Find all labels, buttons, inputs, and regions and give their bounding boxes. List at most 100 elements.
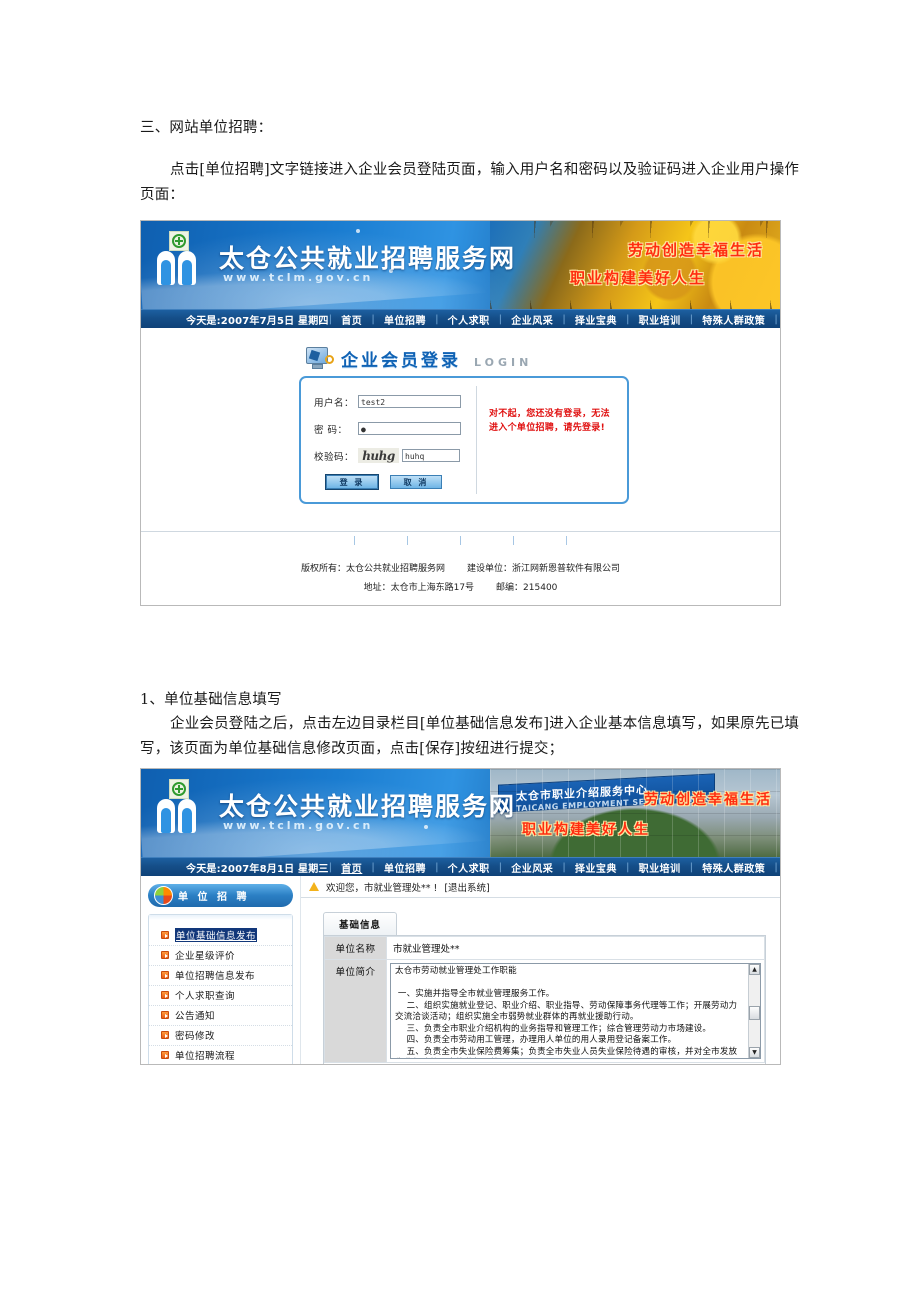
unit-intro-cell: 太仓市劳动就业管理处工作职能 一、实施并指导全市就业管理服务工作。 二、组织实施… [386,959,765,1063]
footer-link-copyright[interactable]: 版权声明 [515,534,565,547]
bullet-arrow-icon [161,931,169,939]
admin-main-content: 欢迎您，市就业管理处** ! [退出系统] 基础信息 单位名称 市就业管理处**… [301,876,780,1064]
logo-hands-icon [157,799,205,839]
navbar-links: | 首页 | 单位招聘 | 个人求职 | 企业风采 | 择业宝典 | 职业培训 | 特殊人群… [329,858,780,876]
username-input[interactable]: test2 [358,395,461,408]
table-row: 单位简介 太仓市劳动就业管理处工作职能 一、实施并指导全市就业管理服务工作。 二… [324,959,765,1063]
sidebar-item-notice[interactable]: 公告通知 [149,1006,292,1026]
cancel-button[interactable]: 取 消 [390,475,442,489]
textarea-scrollbar[interactable]: ▲ ▼ [748,964,760,1058]
navbar-date: 今天是:2007年8月1日 星期三 [186,863,329,875]
unit-intro-textarea[interactable]: 太仓市劳动就业管理处工作职能 一、实施并指导全市就业管理服务工作。 二、组织实施… [390,963,761,1059]
tab-bar: 基础信息 [323,912,780,935]
scroll-up-icon[interactable]: ▲ [749,964,760,975]
site-title: 太仓公共就业招聘服务网 [219,792,517,821]
section-heading-3: 三、网站单位招聘： [140,120,273,136]
unit-intro-label: 单位简介 [324,959,387,1063]
section-heading-1: 1、单位基础信息填写 [140,692,282,708]
navbar-date: 今天是:2007年7月5日 星期四 [186,315,329,327]
bullet-arrow-icon [161,1031,169,1039]
sidebar-item-label: 密码修改 [175,1031,216,1042]
scroll-down-icon[interactable]: ▼ [749,1047,760,1058]
footer-link-bookmark[interactable]: 加为收藏 [356,534,406,547]
nav-item-guide[interactable]: 择业宝典 [566,312,626,327]
nav-item-home[interactable]: 首页 [332,860,371,875]
sidebar-item-label: 公告通知 [175,1011,216,1022]
nav-item-employer[interactable]: 单位招聘 [375,860,435,875]
sidebar-item-recruit-process[interactable]: 单位招聘流程 [149,1046,292,1064]
unit-name-value[interactable]: 市就业管理处** [386,936,765,960]
nav-item-policy[interactable]: 特殊人群政策 [693,860,774,875]
site-url: www.tclm.gov.cn [223,819,374,832]
nav-item-member[interactable]: 会员中心 [778,860,780,875]
nav-item-training[interactable]: 职业培训 [630,312,690,327]
bullet-arrow-icon [161,951,169,959]
footer-link-set-home[interactable]: 设为首页 [303,534,353,547]
login-title-cn: 企业会员登录 [341,351,461,371]
sidebar-menu-card: 单位基础信息发布 企业星级评价 单位招聘信息发布 个人求职查询 公告通知 密码修… [148,914,293,1064]
footer-link-sitemap[interactable]: 网站地图 [409,534,459,547]
basic-info-table: 单位名称 市就业管理处** 单位简介 太仓市劳动就业管理处工作职能 一、实施并指… [324,936,765,1063]
sidebar-item-seeker-search[interactable]: 个人求职查询 [149,986,292,1006]
site-logo-icon [155,779,207,841]
bullet-arrow-icon [161,971,169,979]
unit-intro-text: 太仓市劳动就业管理处工作职能 一、实施并指导全市就业管理服务工作。 二、组织实施… [395,966,738,1057]
login-page-body: 企业会员登录 LOGIN 用户名： test2 密 码： ● 校验码： huhg… [141,328,780,532]
tab-basic-info[interactable]: 基础信息 [323,912,398,935]
bullet-arrow-icon [161,991,169,999]
nav-item-guide[interactable]: 择业宝典 [566,860,626,875]
login-error-message: 对不起，您还没有登录，无法进入个单位招聘，请先登录! [489,409,610,433]
login-title-en: LOGIN [474,356,533,369]
sidebar-item-basic-info[interactable]: 单位基础信息发布 [149,926,292,946]
site-banner-admin: 太仓市职业介绍服务中心 TAICANG EMPLOYMENT SERVICE C… [141,769,780,857]
password-input[interactable]: ● [358,422,461,435]
sidebar-item-label: 企业星级评价 [175,951,236,962]
footer-link-bar: 设为首页 | 加为收藏 | 网站地图 | 联系我们 | 版权声明 | 广告投放 [141,532,780,549]
sidebar-item-star-rating[interactable]: 企业星级评价 [149,946,292,966]
screenshot-login-page: 太仓公共就业招聘服务网 www.tclm.gov.cn 劳动创造幸福生活 职业构… [140,220,781,606]
site-title: 太仓公共就业招聘服务网 [219,244,517,273]
builder-label: 建设单位： [467,564,513,574]
nav-item-training[interactable]: 职业培训 [630,860,690,875]
banner-dot [356,229,360,233]
table-row: 单位名称 市就业管理处** [324,936,765,960]
nav-item-jobseeker[interactable]: 个人求职 [439,312,499,327]
nav-item-member[interactable]: 会员中心 [778,312,780,327]
footer-address: 地址：太仓市上海东路17号 [363,583,475,593]
scrollbar-thumb[interactable] [749,1006,760,1020]
password-label: 密 码： [314,424,348,436]
captcha-row: 校验码： huhg huhq [314,445,476,466]
nav-item-showcase[interactable]: 企业风采 [502,312,562,327]
section-paragraph-2: 企业会员登陆之后，点击左边目录栏目[单位基础信息发布]进入企业基本信息填写，如果… [140,716,800,757]
sidebar-item-job-post[interactable]: 单位招聘信息发布 [149,966,292,986]
save-row: 保 存 [324,1063,765,1064]
footer-link-contact[interactable]: 联系我们 [462,534,512,547]
nav-item-jobseeker[interactable]: 个人求职 [439,860,499,875]
captcha-input[interactable]: huhq [402,449,460,462]
login-form-box: 用户名： test2 密 码： ● 校验码： huhg huhq 登 录 取 消… [299,376,629,504]
footer-link-ads[interactable]: 广告投放 [568,534,618,547]
screenshot-admin-page: 太仓市职业介绍服务中心 TAICANG EMPLOYMENT SERVICE C… [140,768,781,1065]
nav-item-home[interactable]: 首页 [332,312,371,327]
site-url: www.tclm.gov.cn [223,271,374,284]
main-navbar: 今天是:2007年7月5日 星期四 | 首页 | 单位招聘 | 个人求职 | 企业风采… [141,309,780,328]
arrow-up-icon [309,882,319,891]
nav-item-showcase[interactable]: 企业风采 [502,860,562,875]
unit-name-label: 单位名称 [324,936,387,960]
logout-link[interactable]: [退出系统] [444,880,489,894]
captcha-label: 校验码： [314,451,355,463]
admin-sidebar: 单 位 招 聘 单位基础信息发布 企业星级评价 单位招聘信息发布 个人求职查询 … [141,876,301,1064]
login-button[interactable]: 登 录 [325,474,379,490]
logo-hands-icon [157,251,205,291]
sidebar-item-label: 单位基础信息发布 [175,928,258,942]
welcome-bar: 欢迎您，市就业管理处** ! [退出系统] [301,876,780,898]
nav-item-employer[interactable]: 单位招聘 [375,312,435,327]
bullet-arrow-icon [161,1051,169,1059]
site-banner: 太仓公共就业招聘服务网 www.tclm.gov.cn 劳动创造幸福生活 职业构… [141,221,780,309]
captcha-image[interactable]: huhg [358,448,399,463]
nav-item-policy[interactable]: 特殊人群政策 [693,312,774,327]
sidebar-item-change-password[interactable]: 密码修改 [149,1026,292,1046]
banner-dot [424,825,428,829]
sidebar-item-label: 单位招聘信息发布 [175,971,256,982]
monitor-key-icon [306,346,334,371]
